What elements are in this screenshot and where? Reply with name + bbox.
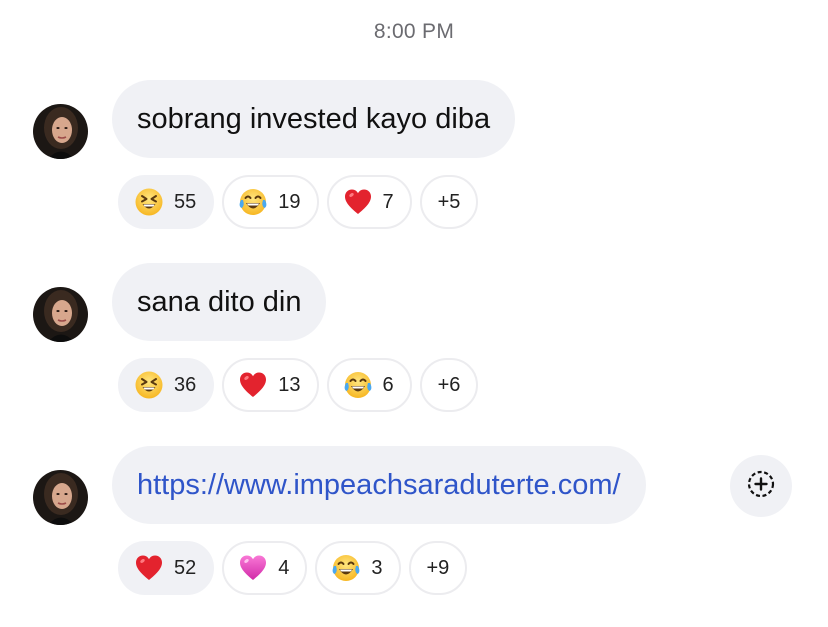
reaction-bar: 52 4 3 +9 bbox=[118, 541, 468, 595]
add-reaction-button[interactable] bbox=[730, 455, 792, 517]
avatar[interactable] bbox=[33, 470, 88, 525]
reaction-bar: 36 13 6 +6 bbox=[118, 358, 479, 412]
grinning-squint-face-icon bbox=[134, 187, 164, 217]
avatar[interactable] bbox=[33, 287, 88, 342]
reaction-tears-of-joy[interactable]: 3 bbox=[315, 541, 401, 595]
pink-heart-icon bbox=[238, 553, 268, 583]
more-reactions-count: +5 bbox=[437, 190, 461, 213]
reaction-count: 3 bbox=[371, 556, 383, 579]
avatar[interactable] bbox=[33, 104, 88, 159]
message-bubble-link[interactable]: https://www.impeachsaraduterte.com/ bbox=[112, 446, 646, 524]
message-bubble[interactable]: sobrang invested kayo diba bbox=[112, 80, 516, 158]
reaction-red-heart[interactable]: 52 bbox=[118, 541, 215, 595]
red-heart-icon bbox=[343, 187, 373, 217]
reaction-count: 13 bbox=[278, 373, 301, 396]
reaction-count: 6 bbox=[382, 373, 394, 396]
more-reactions-count: +6 bbox=[437, 373, 461, 396]
more-reactions[interactable]: +6 bbox=[419, 358, 479, 412]
reaction-red-heart[interactable]: 13 bbox=[222, 358, 319, 412]
tears-of-joy-face-icon bbox=[343, 370, 373, 400]
timestamp: 8:00 PM bbox=[373, 20, 455, 43]
reaction-red-heart[interactable]: 7 bbox=[326, 175, 412, 229]
reaction-pink-heart[interactable]: 4 bbox=[222, 541, 308, 595]
more-reactions-count: +9 bbox=[426, 556, 450, 579]
tears-of-joy-face-icon bbox=[238, 187, 268, 217]
add-reaction-icon bbox=[745, 468, 777, 505]
more-reactions[interactable]: +9 bbox=[408, 541, 468, 595]
red-heart-icon bbox=[134, 553, 164, 583]
reaction-tears-of-joy[interactable]: 19 bbox=[222, 175, 319, 229]
grinning-squint-face-icon bbox=[134, 370, 164, 400]
message-text: sana dito din bbox=[137, 285, 302, 318]
reaction-count: 4 bbox=[278, 556, 290, 579]
reaction-count: 55 bbox=[174, 190, 197, 213]
more-reactions[interactable]: +5 bbox=[419, 175, 479, 229]
reaction-grinning-squint[interactable]: 36 bbox=[118, 358, 215, 412]
reaction-count: 7 bbox=[382, 190, 394, 213]
reaction-count: 19 bbox=[278, 190, 301, 213]
message-bubble[interactable]: sana dito din bbox=[112, 263, 327, 341]
tears-of-joy-face-icon bbox=[331, 553, 361, 583]
red-heart-icon bbox=[238, 370, 268, 400]
reaction-count: 52 bbox=[174, 556, 197, 579]
message-text: sobrang invested kayo diba bbox=[137, 102, 491, 135]
reaction-bar: 55 19 7 +5 bbox=[118, 175, 479, 229]
message-link[interactable]: https://www.impeachsaraduterte.com/ bbox=[137, 469, 621, 502]
reaction-tears-of-joy[interactable]: 6 bbox=[326, 358, 412, 412]
reaction-grinning-squint[interactable]: 55 bbox=[118, 175, 215, 229]
reaction-count: 36 bbox=[174, 373, 197, 396]
